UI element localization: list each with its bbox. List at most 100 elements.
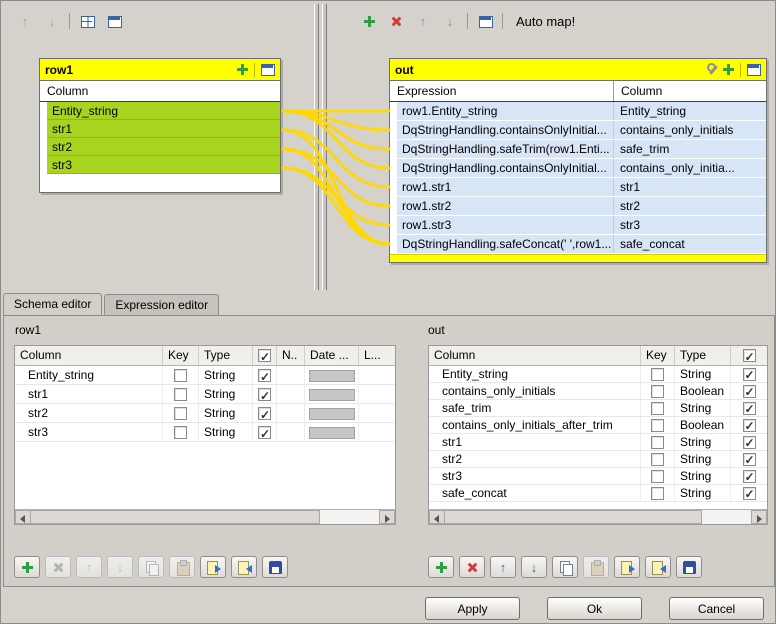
minimize-window-button[interactable]	[104, 11, 124, 31]
type-cell[interactable]: String	[675, 468, 731, 484]
paste-button[interactable]	[169, 556, 195, 578]
scrollbar-thumb[interactable]	[31, 510, 320, 524]
ok-button[interactable]: Ok	[547, 597, 642, 620]
tab-schema-editor[interactable]: Schema editor	[3, 293, 102, 315]
save-schema-button[interactable]	[676, 556, 702, 578]
type-cell[interactable]: String	[675, 366, 731, 382]
move-up-button[interactable]: ↑	[15, 11, 35, 31]
type-cell[interactable]: String	[199, 423, 253, 441]
expression-cell[interactable]: DqStringHandling.containsOnlyInitial...	[397, 121, 614, 139]
remove-column-button[interactable]	[45, 556, 71, 578]
nullable-checkbox[interactable]	[743, 436, 756, 449]
expression-cell[interactable]: row1.str2	[397, 197, 614, 215]
column-cell[interactable]: safe_concat	[614, 235, 766, 253]
add-column-button[interactable]	[428, 556, 454, 578]
input-row[interactable]: Entity_string	[47, 102, 280, 120]
column-name-cell[interactable]: Entity_string	[15, 366, 163, 384]
add-variable-button[interactable]	[720, 62, 736, 78]
type-cell[interactable]: Boolean	[675, 417, 731, 433]
nullable-checkbox[interactable]	[258, 407, 271, 420]
nullable-checkbox[interactable]	[743, 402, 756, 415]
move-output-up-button[interactable]: ↑	[413, 11, 433, 31]
nullable-checkbox[interactable]	[258, 388, 271, 401]
minimize-window-button[interactable]	[475, 11, 495, 31]
import-schema-button[interactable]	[200, 556, 226, 578]
key-checkbox[interactable]	[174, 426, 187, 439]
move-output-down-button[interactable]: ↓	[440, 11, 460, 31]
key-checkbox[interactable]	[651, 419, 664, 432]
scroll-right-button[interactable]	[379, 510, 395, 524]
key-checkbox[interactable]	[651, 436, 664, 449]
move-down-button[interactable]: ↓	[42, 11, 62, 31]
splitter[interactable]	[312, 4, 330, 290]
nullable-checkbox[interactable]	[743, 453, 756, 466]
key-checkbox[interactable]	[174, 407, 187, 420]
copy-button[interactable]	[552, 556, 578, 578]
cancel-button[interactable]: Cancel	[669, 597, 764, 620]
input-row[interactable]: str1	[47, 120, 280, 138]
key-checkbox[interactable]	[651, 453, 664, 466]
column-name-cell[interactable]: safe_concat	[429, 485, 641, 501]
move-down-button[interactable]: ↓	[521, 556, 547, 578]
scroll-left-button[interactable]	[15, 510, 31, 524]
expression-cell[interactable]: row1.str1	[397, 178, 614, 196]
column-cell[interactable]: str3	[614, 216, 766, 234]
expression-cell[interactable]: row1.str3	[397, 216, 614, 234]
column-name-cell[interactable]: str3	[15, 423, 163, 441]
column-name-cell[interactable]: contains_only_initials_after_trim	[429, 417, 641, 433]
expression-cell[interactable]: row1.Entity_string	[397, 102, 614, 120]
add-variable-button[interactable]	[234, 62, 250, 78]
nullable-checkbox[interactable]	[258, 426, 271, 439]
column-cell[interactable]: contains_only_initials	[614, 121, 766, 139]
key-checkbox[interactable]	[651, 385, 664, 398]
scroll-right-button[interactable]	[751, 510, 767, 524]
type-cell[interactable]: Boolean	[675, 383, 731, 399]
expression-cell[interactable]: DqStringHandling.containsOnlyInitial...	[397, 159, 614, 177]
auto-map-button[interactable]: Auto map!	[510, 13, 581, 30]
column-name-cell[interactable]: str2	[15, 404, 163, 422]
settings-wrench-button[interactable]	[704, 62, 720, 78]
key-checkbox[interactable]	[174, 369, 187, 382]
column-cell[interactable]: safe_trim	[614, 140, 766, 158]
column-cell[interactable]: contains_only_initia...	[614, 159, 766, 177]
column-cell[interactable]: Entity_string	[614, 102, 766, 120]
type-cell[interactable]: String	[675, 434, 731, 450]
key-checkbox[interactable]	[651, 487, 664, 500]
add-output-button[interactable]	[359, 11, 379, 31]
move-up-button[interactable]: ↑	[76, 556, 102, 578]
restore-window-button[interactable]	[745, 62, 761, 78]
paste-button[interactable]	[583, 556, 609, 578]
nullable-all-checkbox[interactable]	[258, 349, 271, 362]
remove-column-button[interactable]	[459, 556, 485, 578]
export-schema-button[interactable]	[231, 556, 257, 578]
move-up-button[interactable]: ↑	[490, 556, 516, 578]
nullable-checkbox[interactable]	[743, 385, 756, 398]
scrollbar-thumb[interactable]	[445, 510, 702, 524]
nullable-checkbox[interactable]	[258, 369, 271, 382]
expression-cell[interactable]: DqStringHandling.safeConcat(' ',row1...	[397, 235, 614, 253]
apply-button[interactable]: Apply	[425, 597, 520, 620]
scroll-left-button[interactable]	[429, 510, 445, 524]
column-name-cell[interactable]: str1	[15, 385, 163, 403]
type-cell[interactable]: String	[675, 485, 731, 501]
add-column-button[interactable]	[14, 556, 40, 578]
restore-window-button[interactable]	[259, 62, 275, 78]
tab-expression-editor[interactable]: Expression editor	[104, 294, 219, 315]
nullable-checkbox[interactable]	[743, 487, 756, 500]
type-cell[interactable]: String	[199, 366, 253, 384]
column-name-cell[interactable]: Entity_string	[429, 366, 641, 382]
column-name-cell[interactable]: str3	[429, 468, 641, 484]
column-name-cell[interactable]: str2	[429, 451, 641, 467]
key-checkbox[interactable]	[651, 402, 664, 415]
column-name-cell[interactable]: str1	[429, 434, 641, 450]
column-name-cell[interactable]: safe_trim	[429, 400, 641, 416]
remove-output-button[interactable]	[386, 11, 406, 31]
type-cell[interactable]: String	[675, 451, 731, 467]
import-schema-button[interactable]	[614, 556, 640, 578]
input-row[interactable]: str3	[47, 156, 280, 174]
grid-view-button[interactable]	[77, 11, 97, 31]
save-schema-button[interactable]	[262, 556, 288, 578]
key-checkbox[interactable]	[174, 388, 187, 401]
input-row[interactable]: str2	[47, 138, 280, 156]
key-checkbox[interactable]	[651, 368, 664, 381]
